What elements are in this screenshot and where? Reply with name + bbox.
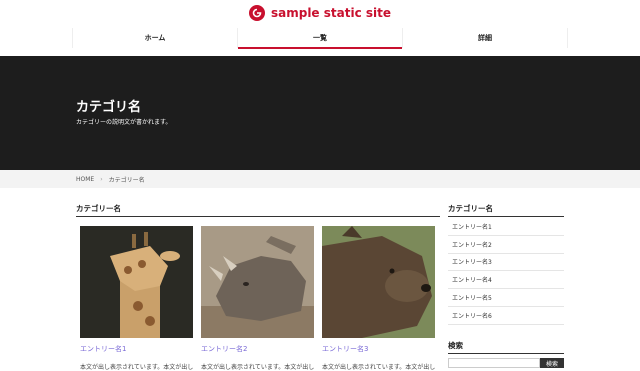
giraffe-image[interactable] xyxy=(80,226,193,338)
sidebar-item-entry-3[interactable]: エントリー名3 xyxy=(448,254,564,272)
logo-icon[interactable] xyxy=(248,5,265,21)
breadcrumb-home[interactable]: HOME xyxy=(76,176,94,183)
entry-card[interactable]: エントリー名3 本文が出し表示されています。本文が出し表示されています。 xyxy=(322,226,435,371)
entry-card-excerpt: 本文が出し表示されています。本文が出し表示されています。 xyxy=(322,364,435,371)
nav-item-home[interactable]: ホーム xyxy=(73,28,238,48)
bear-image[interactable] xyxy=(322,226,435,338)
search-button[interactable]: 検索 xyxy=(540,358,564,368)
sidebar-entry-list: エントリー名1 エントリー名2 エントリー名3 エントリー名4 エントリー名5 … xyxy=(448,218,564,325)
entry-card-title[interactable]: エントリー名2 xyxy=(201,344,314,354)
search-form: 検索 xyxy=(448,358,564,368)
page-title: カテゴリ名 xyxy=(76,100,142,115)
category-hero: カテゴリ名 カテゴリーの説明文が書かれます。 xyxy=(0,56,640,170)
category-description: カテゴリーの説明文が書かれます。 xyxy=(76,119,172,126)
entry-card[interactable]: エントリー名1 本文が出し表示されています。本文が出し表示されています。 xyxy=(80,226,193,371)
sidebar-item-entry-6[interactable]: エントリー名6 xyxy=(448,307,564,325)
entry-card-title[interactable]: エントリー名3 xyxy=(322,344,435,354)
sidebar-item-entry-4[interactable]: エントリー名4 xyxy=(448,271,564,290)
entry-card-title[interactable]: エントリー名1 xyxy=(80,344,193,354)
entry-card-excerpt: 本文が出し表示されています。本文が出し表示されています。 xyxy=(201,364,314,371)
rhinoceros-image[interactable] xyxy=(201,226,314,338)
global-nav: ホーム 一覧 詳細 xyxy=(72,28,568,49)
breadcrumb: HOME › カテゴリー名 xyxy=(0,170,640,188)
sidebar-search-heading: 検索 xyxy=(448,340,564,354)
sidebar-item-entry-2[interactable]: エントリー名2 xyxy=(448,236,564,254)
chevron-right-icon: › xyxy=(100,175,103,183)
entry-card[interactable]: エントリー名2 本文が出し表示されています。本文が出し表示されています。 xyxy=(201,226,314,371)
entry-card-excerpt: 本文が出し表示されています。本文が出し表示されています。 xyxy=(80,364,193,371)
main-heading: カテゴリー名 xyxy=(76,203,440,217)
entry-grid: エントリー名1 本文が出し表示されています。本文が出し表示されています。 エント… xyxy=(80,226,436,371)
breadcrumb-current: カテゴリー名 xyxy=(108,176,145,184)
nav-item-detail[interactable]: 詳細 xyxy=(403,28,567,48)
sidebar-item-entry-5[interactable]: エントリー名5 xyxy=(448,289,564,307)
nav-item-list[interactable]: 一覧 xyxy=(238,28,403,49)
site-title[interactable]: sample static site xyxy=(271,6,391,20)
sidebar-category-heading: カテゴリー名 xyxy=(448,203,564,217)
search-input[interactable] xyxy=(448,358,540,368)
sidebar-item-entry-1[interactable]: エントリー名1 xyxy=(448,218,564,236)
site-header: sample static site xyxy=(0,0,640,26)
